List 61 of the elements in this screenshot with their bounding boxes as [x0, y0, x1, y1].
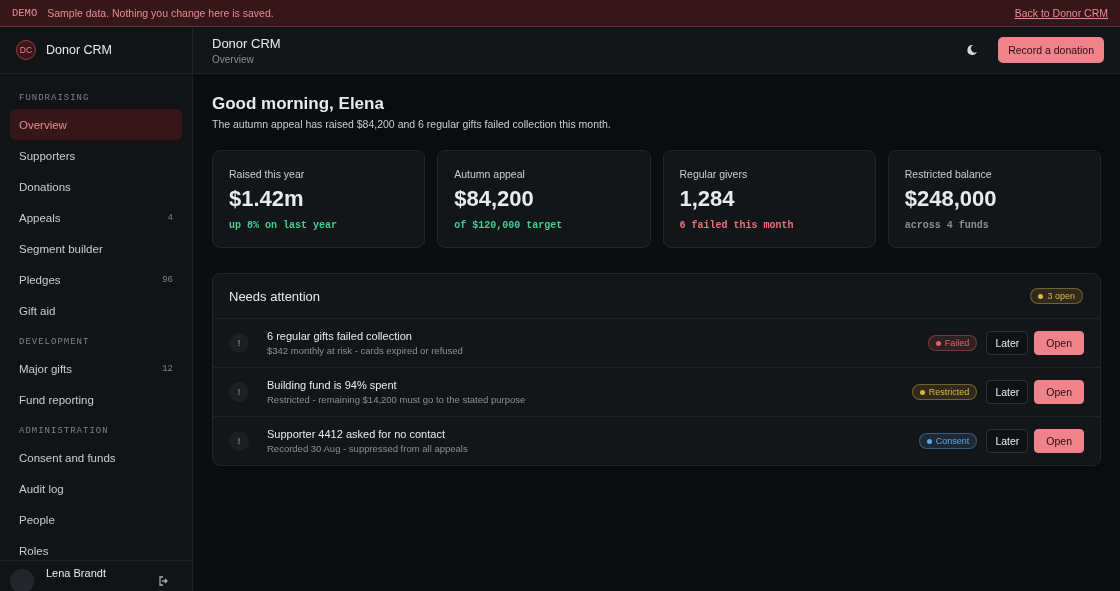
alert-icon: !: [229, 382, 249, 402]
section-heading: DEVELOPMENT: [18, 336, 91, 349]
section-heading: FUNDRAISING: [18, 92, 91, 105]
stat-note: up 8% on last year: [229, 220, 339, 231]
stat-note: across 4 funds: [904, 220, 990, 231]
item-title: Supporter 4412 asked for no contact: [267, 428, 446, 440]
stat-value: $84,200: [454, 186, 535, 212]
nav-item[interactable]: Segment builder: [10, 233, 182, 264]
logo-badge: DC: [16, 40, 36, 60]
panel-title: Needs attention: [229, 288, 321, 304]
page-title: Donor CRM: [212, 35, 282, 51]
stat-note: 6 failed this month: [679, 220, 795, 231]
later-button[interactable]: Later: [986, 331, 1029, 355]
item-detail: Recorded 30 Aug - suppressed from all appeals: [267, 443, 469, 454]
status-tag: Consent: [918, 433, 978, 449]
open-button[interactable]: Open: [1034, 380, 1084, 404]
demo-message: Sample data. Nothing you change here is saved.: [47, 7, 274, 19]
stat-value: 1,284: [679, 186, 736, 212]
app-name: Donor CRM: [46, 43, 112, 57]
nav-item[interactable]: Gift aid: [10, 295, 182, 326]
open-button[interactable]: Open: [1034, 331, 1084, 355]
nav-item[interactable]: Consent and funds: [10, 442, 182, 473]
stat-note: of $120,000 target: [454, 220, 564, 231]
nav-item[interactable]: Major gifts 12: [10, 353, 182, 384]
nav-item[interactable]: Appeals 4: [10, 202, 182, 233]
item-title: 6 regular gifts failed collection: [267, 330, 413, 342]
greeting-title: Good morning, Elena: [212, 94, 385, 114]
breadcrumb: Overview: [212, 53, 255, 65]
later-button[interactable]: Later: [986, 380, 1029, 404]
moon-icon[interactable]: [966, 44, 979, 56]
greeting-summary: The autumn appeal has raised $84,200 and 6 regular gifts failed collection this month.: [212, 118, 612, 130]
stat-label: Raised this year: [229, 168, 306, 180]
alert-icon: !: [229, 333, 249, 353]
section-heading: ADMINISTRATION: [18, 425, 110, 438]
back-link[interactable]: Back to Donor CRM: [1014, 7, 1108, 19]
logout-icon[interactable]: [158, 575, 170, 587]
later-button[interactable]: Later: [986, 429, 1029, 453]
nav-item[interactable]: Donations: [10, 171, 182, 202]
demo-label: DEMO: [12, 7, 38, 19]
nav-item[interactable]: Supporters: [10, 140, 182, 171]
nav-item[interactable]: Audit log: [10, 473, 182, 504]
item-detail: Restricted - remaining $14,200 must go to the stated purpose: [267, 394, 527, 405]
stat-value: $248,000: [904, 186, 998, 212]
nav-item[interactable]: Pledges 96: [10, 264, 182, 295]
stat-value: $1.42m: [229, 186, 305, 212]
item-detail: $342 monthly at risk - cards expired or refused: [267, 345, 464, 356]
stat-label: Restricted balance: [904, 168, 993, 180]
open-button[interactable]: Open: [1034, 429, 1084, 453]
stat-label: Autumn appeal: [454, 168, 526, 180]
user-name: Lena Brandt: [46, 567, 106, 579]
nav-item[interactable]: Fund reporting: [10, 384, 182, 415]
status-tag: Failed: [927, 335, 978, 351]
nav-item[interactable]: Roles: [10, 535, 182, 560]
item-title: Building fund is 94% spent: [267, 379, 398, 391]
record-donation-button[interactable]: Record a donation: [998, 37, 1104, 63]
stat-label: Regular givers: [679, 168, 749, 180]
nav-item[interactable]: People: [10, 504, 182, 535]
alert-icon: !: [229, 431, 249, 451]
open-count-badge: 3 open: [1030, 288, 1083, 304]
status-tag: Restricted: [911, 384, 978, 400]
nav-item[interactable]: Overview: [10, 109, 182, 140]
